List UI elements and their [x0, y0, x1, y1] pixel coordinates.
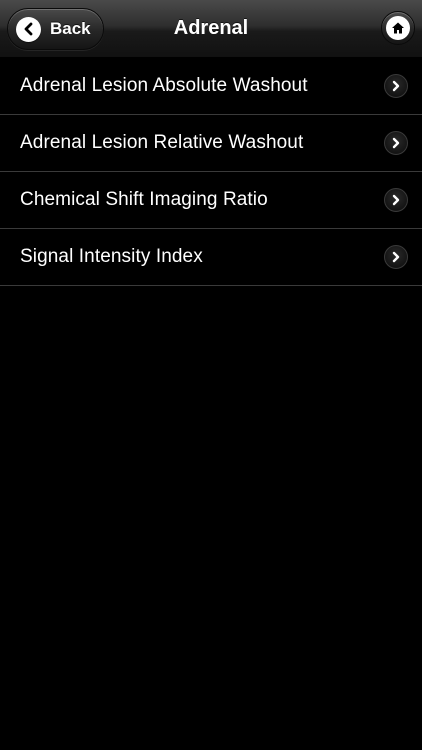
back-button[interactable]: Back — [7, 8, 104, 50]
list-item-relative-washout[interactable]: Adrenal Lesion Relative Washout — [0, 115, 422, 172]
app-screen: Back Adrenal Adrenal Lesion Absolute Was… — [0, 0, 422, 750]
list-item-label: Adrenal Lesion Absolute Washout — [20, 75, 308, 96]
navigation-bar: Back Adrenal — [0, 0, 422, 58]
list-item-absolute-washout[interactable]: Adrenal Lesion Absolute Washout — [0, 58, 422, 115]
list-item-label: Adrenal Lesion Relative Washout — [20, 132, 304, 153]
list-item-signal-intensity-index[interactable]: Signal Intensity Index — [0, 229, 422, 286]
chevron-right-icon — [384, 188, 408, 212]
home-button[interactable] — [381, 11, 415, 45]
chevron-right-icon — [384, 245, 408, 269]
back-button-label: Back — [50, 19, 91, 38]
list-item-label: Chemical Shift Imaging Ratio — [20, 189, 268, 210]
list-item-chemical-shift-ratio[interactable]: Chemical Shift Imaging Ratio — [0, 172, 422, 229]
chevron-right-icon — [384, 74, 408, 98]
chevron-left-icon — [16, 16, 41, 42]
chevron-right-icon — [384, 131, 408, 155]
home-icon — [386, 16, 410, 40]
list-item-label: Signal Intensity Index — [20, 246, 203, 267]
calculator-list: Adrenal Lesion Absolute Washout Adrenal … — [0, 58, 422, 286]
